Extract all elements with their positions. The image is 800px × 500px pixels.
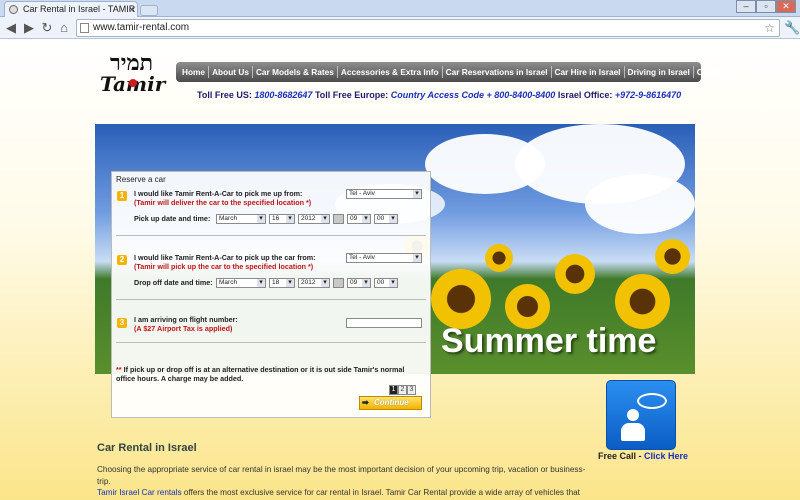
maximize-button[interactable]: ▫ xyxy=(756,0,776,13)
person-body xyxy=(621,423,645,441)
us-number[interactable]: 1800-8682647 xyxy=(254,90,312,100)
pickup-date-label: Pick up date and time: xyxy=(134,214,211,223)
form-pager: 1 2 3 xyxy=(389,385,416,395)
calendar-icon[interactable] xyxy=(333,278,344,288)
dropoff-location-select[interactable]: Tel - Aviv xyxy=(346,253,422,263)
logo-dot xyxy=(129,79,137,87)
article-heading: Car Rental in Israel xyxy=(97,442,197,454)
back-icon[interactable]: ◀ xyxy=(3,20,19,36)
nav-driving[interactable]: Driving in Israel xyxy=(625,66,694,78)
wrench-icon[interactable]: 🔧 xyxy=(784,20,800,36)
il-number[interactable]: +972-9-8616470 xyxy=(615,90,681,100)
eu-label: Toll Free Europe: xyxy=(314,90,389,100)
dropoff-date-label: Drop off date and time: xyxy=(134,278,213,287)
divider xyxy=(116,235,426,236)
article-link[interactable]: Tamir Israel Car rentals xyxy=(97,488,182,497)
dropoff-minute-select[interactable]: 00 xyxy=(374,278,398,288)
nav-contact-us[interactable]: Contact Us xyxy=(694,66,744,78)
step-3-note: (A $27 Airport Tax is applied) xyxy=(134,324,233,333)
form-title: Reserve a car xyxy=(116,175,166,184)
pickup-minute-select[interactable]: 00 xyxy=(374,214,398,224)
divider xyxy=(116,299,426,300)
pickup-year-select[interactable]: 2012 xyxy=(298,214,330,224)
footnote: ** If pick up or drop off is at an alter… xyxy=(116,365,422,383)
flight-number-input[interactable] xyxy=(346,318,422,328)
footnote-text: If pick up or drop off is at an alternat… xyxy=(116,365,405,383)
pickup-month-select[interactable]: March xyxy=(216,214,266,224)
dropoff-year-select[interactable]: 2012 xyxy=(298,278,330,288)
nav-about-us[interactable]: About Us xyxy=(209,66,253,78)
pickup-location-select[interactable]: Tel - Aviv xyxy=(346,189,422,199)
dropoff-hour-select[interactable]: 09 xyxy=(347,278,371,288)
close-window-button[interactable]: ✕ xyxy=(776,0,796,13)
pager-step-3[interactable]: 3 xyxy=(407,385,416,395)
minimize-button[interactable]: – xyxy=(736,0,756,13)
free-call-text: Free Call xyxy=(598,451,637,461)
sunflower xyxy=(431,269,491,329)
dropoff-month-select[interactable]: March xyxy=(216,278,266,288)
step-1-note: (Tamir will deliver the car to the speci… xyxy=(134,198,312,207)
dropoff-day-select[interactable]: 18 xyxy=(269,278,295,288)
url-text: www.tamir-rental.com xyxy=(93,22,190,33)
us-label: Toll Free US: xyxy=(197,90,252,100)
step-2-note: (Tamir will pick up the car to the speci… xyxy=(134,262,314,271)
step-2-badge: 2 xyxy=(117,255,127,265)
bookmark-star-icon[interactable]: ☆ xyxy=(764,20,775,36)
free-call-icon[interactable] xyxy=(606,380,676,450)
nav-home[interactable]: Home xyxy=(179,66,210,78)
pager-step-2[interactable]: 2 xyxy=(398,385,407,395)
free-call-link[interactable]: Click Here xyxy=(644,451,688,461)
divider xyxy=(116,342,426,343)
il-label: Israel Office: xyxy=(557,90,613,100)
globe-icon xyxy=(9,5,18,14)
nav-car-models-rates[interactable]: Car Models & Rates xyxy=(253,66,338,78)
eu-number[interactable]: Country Access Code + 800-8400-8400 xyxy=(391,90,556,100)
step-2-label: I would like Tamir Rent-A-Car to pick up… xyxy=(134,253,316,262)
reservation-form: Reserve a car 1 I would like Tamir Rent-… xyxy=(111,171,431,418)
calendar-icon[interactable] xyxy=(333,214,344,224)
tamir-logo[interactable]: תמיר Tamir xyxy=(100,50,170,96)
browser-tabbar: Car Rental in Israel - TAMIR R x – ▫ ✕ xyxy=(0,0,800,17)
main-nav: Home About Us Car Models & Rates Accesso… xyxy=(176,62,741,82)
speech-bubble-icon xyxy=(637,393,667,409)
article-body: Choosing the appropriate service of car … xyxy=(97,464,587,500)
nav-car-reservations[interactable]: Car Reservations in Israel xyxy=(443,66,552,78)
nav-car-hire[interactable]: Car Hire in Israel xyxy=(552,66,625,78)
nav-accessories[interactable]: Accessories & Extra Info xyxy=(338,66,443,78)
tab-title: Car Rental in Israel - TAMIR R xyxy=(23,4,138,14)
step-1-label: I would like Tamir Rent-A-Car to pick me… xyxy=(134,189,303,198)
sunflower xyxy=(555,254,595,294)
pickup-hour-select[interactable]: 09 xyxy=(347,214,371,224)
home-icon[interactable]: ⌂ xyxy=(56,20,72,36)
web-page: תמיר Tamir Home About Us Car Models & Ra… xyxy=(0,40,800,500)
step-3-badge: 3 xyxy=(117,318,127,328)
contact-line: Toll Free US: 1800-8682647 Toll Free Eur… xyxy=(197,90,681,100)
step-1-badge: 1 xyxy=(117,191,127,201)
pickup-day-select[interactable]: 16 xyxy=(269,214,295,224)
sunflower xyxy=(655,239,690,274)
tab-close-icon[interactable]: x xyxy=(130,2,135,16)
pager-step-1[interactable]: 1 xyxy=(389,385,398,395)
sunflower xyxy=(485,244,513,272)
person-head xyxy=(627,409,639,421)
banner-headline: Summer time xyxy=(441,322,657,360)
forward-icon[interactable]: ▶ xyxy=(21,20,37,36)
continue-button[interactable]: Continue xyxy=(359,396,422,410)
address-bar[interactable]: www.tamir-rental.com ☆ xyxy=(76,19,780,37)
browser-tab[interactable]: Car Rental in Israel - TAMIR R x xyxy=(4,1,138,17)
free-call-label[interactable]: Free Call - Click Here xyxy=(598,451,688,461)
browser-toolbar: ◀ ▶ ↻ ⌂ www.tamir-rental.com ☆ 🔧 xyxy=(0,17,800,39)
sunflower xyxy=(615,274,670,329)
step-3-label: I am arriving on flight number: xyxy=(134,315,238,324)
reload-icon[interactable]: ↻ xyxy=(39,20,55,36)
new-tab-button[interactable] xyxy=(140,5,158,16)
article-p1: Choosing the appropriate service of car … xyxy=(97,465,586,486)
cloud xyxy=(585,174,695,234)
page-icon xyxy=(80,23,89,33)
